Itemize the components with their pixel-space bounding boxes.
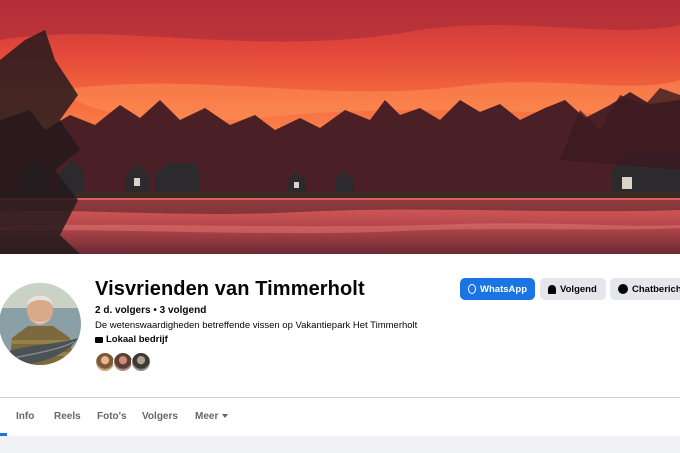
- tab-more[interactable]: Meer: [195, 411, 229, 422]
- tab-photos[interactable]: Foto's: [97, 411, 127, 422]
- page-body-background: [0, 436, 680, 453]
- tab-reels[interactable]: Reels: [54, 411, 81, 422]
- profile-avatar[interactable]: [0, 268, 84, 380]
- page-description: De wetenswaardigheden betreffende vissen…: [95, 320, 418, 331]
- friend-avatar[interactable]: [113, 352, 133, 372]
- page-category: Lokaal bedrijf: [95, 334, 168, 345]
- follow-label: Volgend: [560, 283, 597, 295]
- category-label: Lokaal bedrijf: [106, 334, 168, 345]
- follower-count[interactable]: 2 d. volgers • 3 volgend: [95, 305, 206, 316]
- briefcase-icon: [95, 336, 103, 343]
- bell-icon: [548, 284, 556, 294]
- friend-avatar[interactable]: [131, 352, 151, 372]
- page-title: Visvrienden van Timmerholt: [95, 278, 365, 300]
- profile-page: Visvrienden van Timmerholt 2 d. volgers …: [0, 0, 680, 453]
- profile-tabs: Info Reels Foto's Volgers Meer: [0, 398, 680, 436]
- whatsapp-icon: [468, 284, 477, 294]
- tab-info[interactable]: Info: [16, 411, 34, 422]
- tab-followers[interactable]: Volgers: [142, 411, 178, 422]
- sunset-lake-image: [0, 0, 680, 254]
- messenger-icon: [618, 284, 628, 294]
- profile-header: Visvrienden van Timmerholt 2 d. volgers …: [0, 254, 680, 398]
- chat-button[interactable]: Chatbericht: [610, 278, 680, 300]
- caret-down-icon: [222, 414, 229, 419]
- whatsapp-button[interactable]: WhatsApp: [460, 278, 535, 300]
- chat-label: Chatbericht: [632, 283, 680, 295]
- mutual-followers[interactable]: [95, 352, 151, 374]
- cover-photo[interactable]: [0, 0, 680, 254]
- follow-button[interactable]: Volgend: [540, 278, 606, 300]
- friend-avatar[interactable]: [95, 352, 115, 372]
- tab-more-label: Meer: [195, 411, 219, 422]
- whatsapp-label: WhatsApp: [480, 283, 527, 295]
